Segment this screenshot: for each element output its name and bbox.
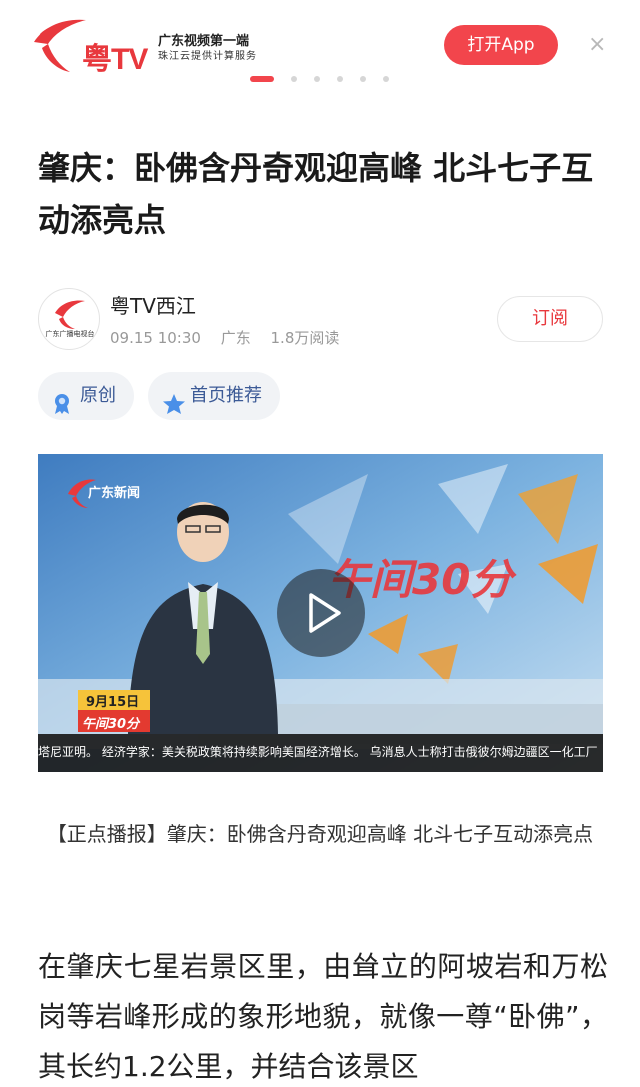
play-icon	[309, 593, 341, 633]
publish-region: 广东	[220, 329, 251, 347]
article-body: 在肇庆七星岩景区里，由耸立的阿坡岩和万松岗等岩峰形成的象形地貌，就像一尊“卧佛”…	[38, 950, 608, 1083]
author-avatar-logo-icon: 广东广播电视台	[46, 300, 95, 338]
news-ticker: 塔尼亚明。 经济学家：美关税政策将持续影响美国经济增长。 乌消息人士称打击俄彼尔…	[38, 745, 598, 759]
tag-homepage-recommend[interactable]: 首页推荐	[148, 372, 280, 420]
tag-original-label: 原创	[80, 385, 116, 406]
open-app-button[interactable]: 打开App	[444, 25, 558, 65]
original-badge-icon	[52, 386, 72, 434]
play-button[interactable]	[277, 569, 365, 657]
carousel-dot	[383, 76, 389, 82]
star-recommend-icon	[162, 386, 186, 434]
author-name[interactable]: 粤TV西江	[110, 290, 196, 319]
brand-slogan-sub: 珠江云提供计算服务	[158, 51, 257, 62]
article-title: 肇庆：卧佛含丹奇观迎高峰 北斗七子互动添亮点	[38, 149, 594, 239]
svg-text:广东广播电视台: 广东广播电视台	[46, 329, 95, 338]
program-badge: 午间30分	[82, 717, 140, 732]
tag-recommend-label: 首页推荐	[190, 385, 262, 406]
video-player[interactable]: 午间30分 广东新闻 9月15日 午间30分 塔尼亚明。 经济学家：美关税政策将…	[38, 454, 603, 772]
subscribe-button[interactable]: 订阅	[497, 296, 603, 342]
publish-time: 09.15 10:30	[110, 329, 201, 347]
close-banner-icon[interactable]: ×	[588, 33, 606, 57]
app-download-banner: 粤TV 广东视频第一端 珠江云提供计算服务 打开App ×	[0, 0, 640, 90]
brand-slogan: 广东视频第一端 珠江云提供计算服务	[158, 34, 257, 64]
carousel-dot	[337, 76, 343, 82]
brand-slogan-main: 广东视频第一端	[158, 34, 250, 49]
logo-text: 粤TV	[82, 43, 148, 76]
logo-swoosh-icon	[34, 19, 86, 72]
author-avatar[interactable]: 广东广播电视台	[38, 288, 100, 350]
carousel-dot	[360, 76, 366, 82]
carousel-dot	[250, 76, 274, 82]
carousel-dot	[314, 76, 320, 82]
app-logo[interactable]: 粤TV	[30, 12, 160, 76]
tag-original[interactable]: 原创	[38, 372, 134, 420]
video-caption: 【正点播报】肇庆：卧佛含丹奇观迎高峰 北斗七子互动添亮点	[46, 822, 594, 846]
carousel-dot	[291, 76, 297, 82]
channel-logo-text: 广东新闻	[88, 486, 141, 501]
date-badge: 9月15日	[86, 695, 140, 710]
article-meta: 09.15 10:30 广东 1.8万阅读	[110, 327, 354, 348]
read-count: 1.8万阅读	[270, 329, 340, 347]
